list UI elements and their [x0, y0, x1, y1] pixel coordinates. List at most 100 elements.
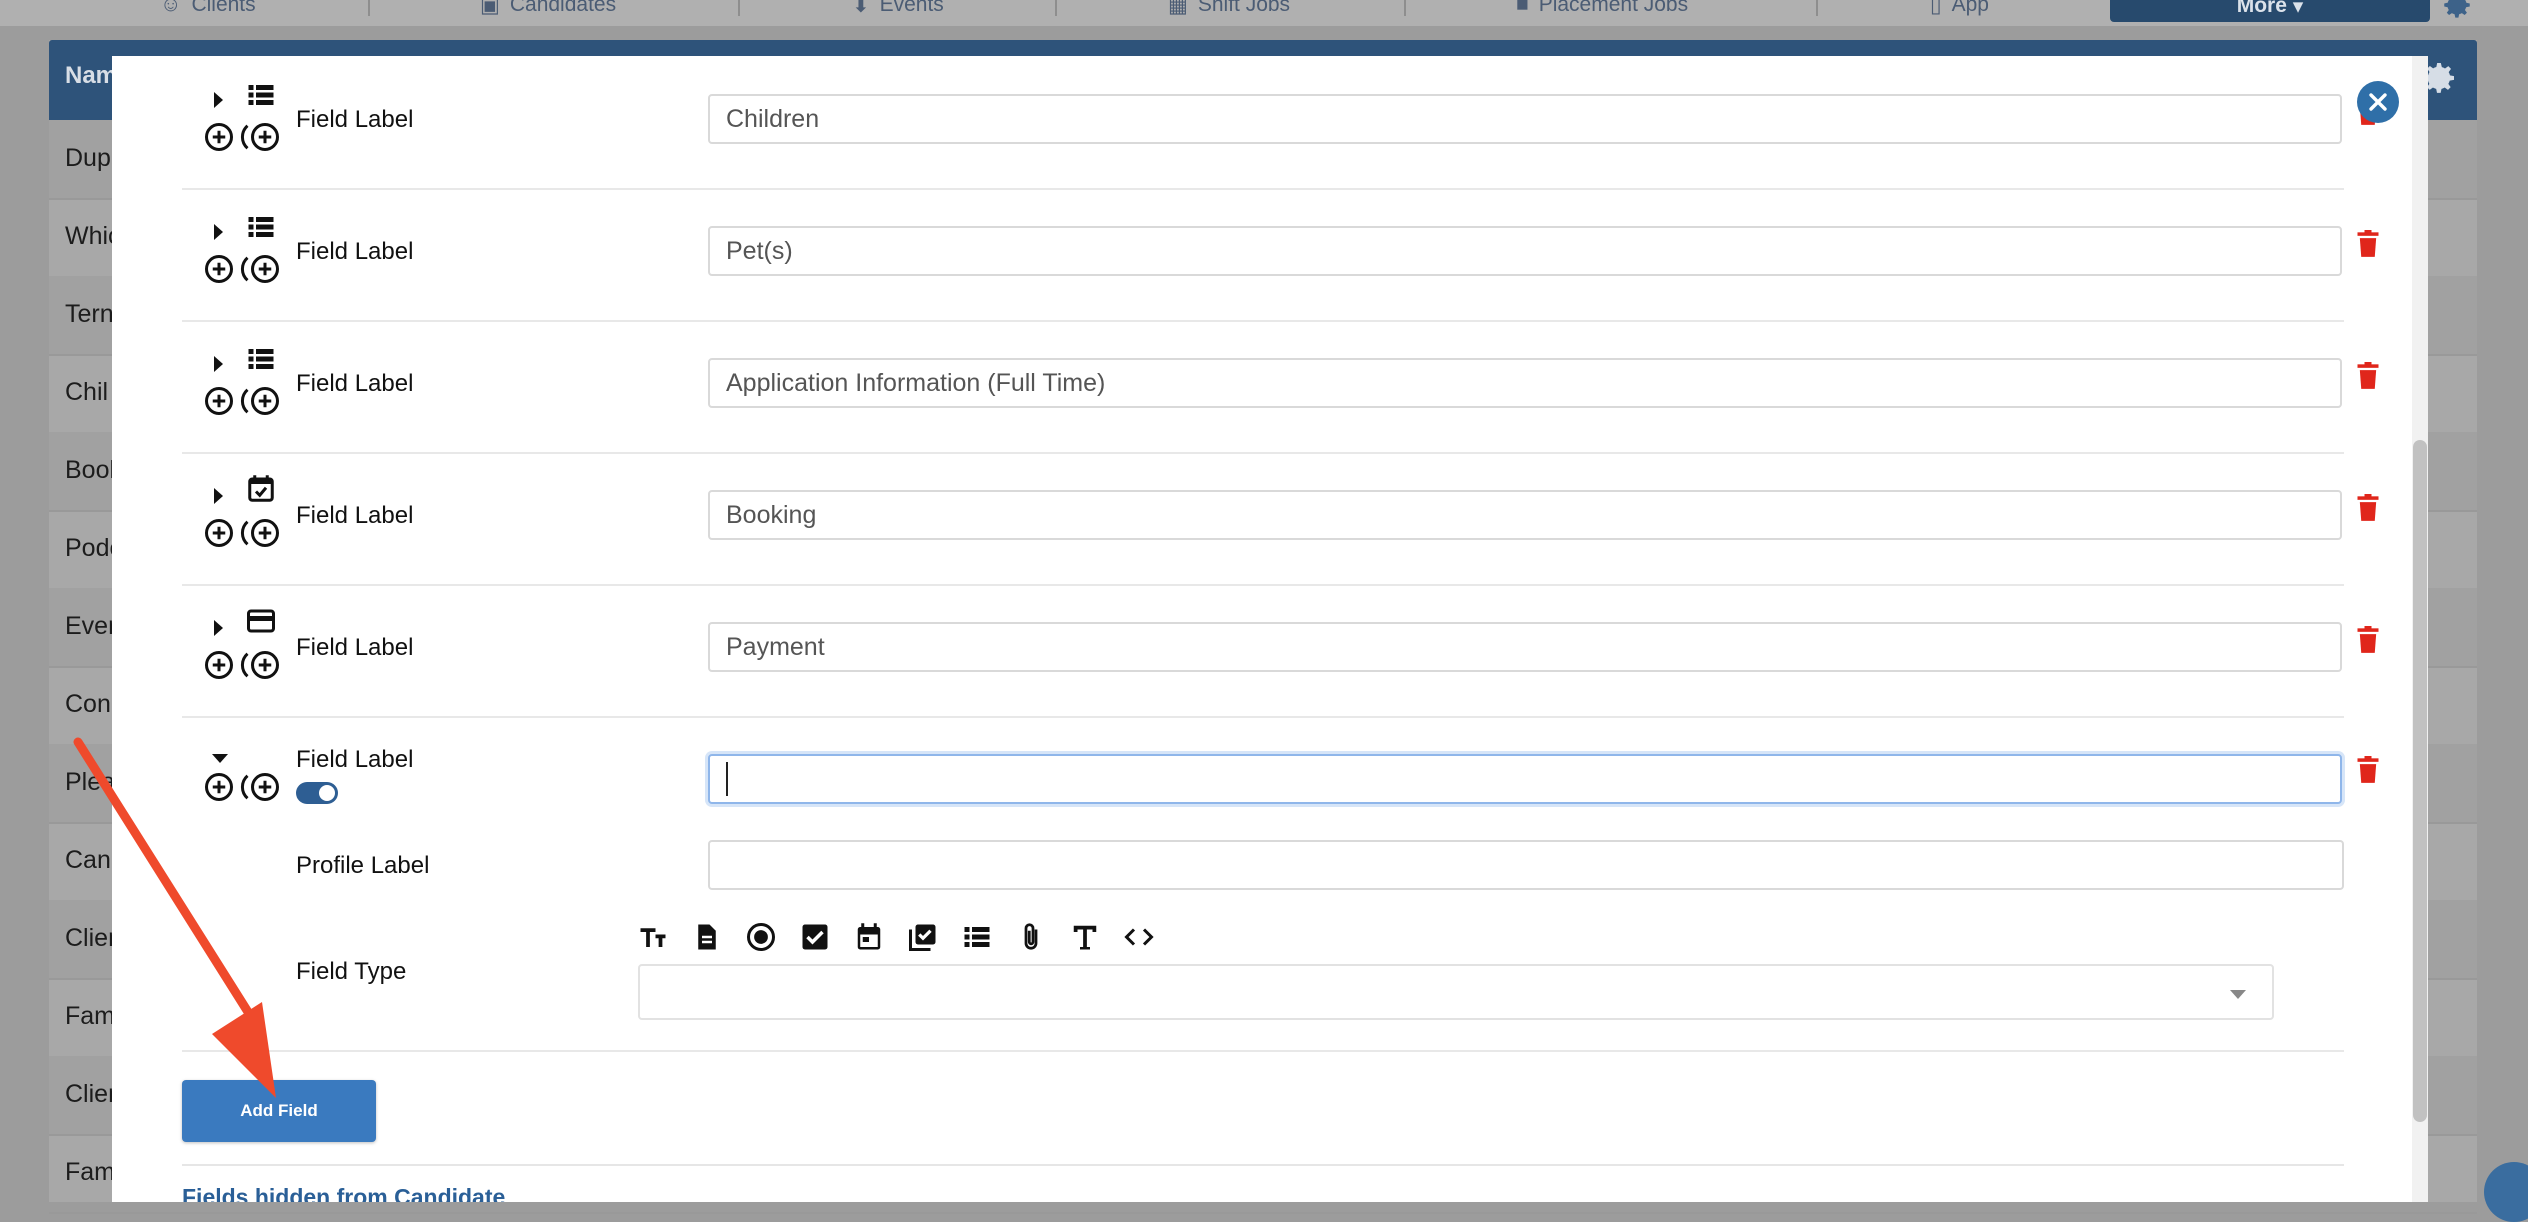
- list-icon: [248, 349, 274, 369]
- field-row: Field Label Payment: [182, 584, 2379, 718]
- collapse-caret-icon[interactable]: [212, 754, 228, 763]
- add-child-icon[interactable]: [240, 386, 280, 416]
- trash-icon[interactable]: [2356, 626, 2380, 654]
- add-sibling-icon[interactable]: [204, 518, 234, 548]
- field-label-input[interactable]: Application Information (Full Time): [708, 358, 2342, 408]
- trash-icon[interactable]: [2356, 756, 2380, 784]
- trash-icon[interactable]: [2356, 494, 2380, 522]
- close-icon[interactable]: [2357, 81, 2399, 123]
- field-type-caption: Field Type: [296, 958, 407, 985]
- nav-separator: [368, 0, 370, 16]
- nav-app[interactable]: ▯ App: [1930, 0, 1989, 18]
- gear-icon[interactable]: [2440, 0, 2474, 22]
- nav-separator: [1816, 0, 1818, 16]
- row-label: Con: [65, 690, 111, 718]
- calendar-icon[interactable]: [854, 922, 884, 952]
- list-icon: [248, 85, 274, 105]
- expand-caret-icon[interactable]: [214, 224, 223, 240]
- row-label: Fam: [65, 1002, 115, 1030]
- expand-caret-icon[interactable]: [214, 92, 223, 108]
- add-child-icon[interactable]: [240, 518, 280, 548]
- field-label-value: Pet(s): [726, 236, 793, 265]
- nav-separator: [738, 0, 740, 16]
- row-label: Dup: [65, 144, 111, 172]
- add-child-icon[interactable]: [240, 772, 280, 802]
- expand-caret-icon[interactable]: [214, 356, 223, 372]
- background-nav: ☺ Clients ▣ Candidates ⬇ Events ▦ Shift …: [0, 0, 2528, 26]
- shift-jobs-icon: ▦: [1168, 0, 1188, 17]
- add-child-icon[interactable]: [240, 122, 280, 152]
- add-field-button[interactable]: Add Field: [182, 1080, 376, 1142]
- field-label-value: Payment: [726, 632, 825, 661]
- placement-jobs-icon: ■: [1516, 0, 1529, 16]
- nav-clients-label: Clients: [191, 0, 256, 16]
- puzzle-widget-icon[interactable]: [2484, 1162, 2528, 1222]
- add-sibling-icon[interactable]: [204, 254, 234, 284]
- add-sibling-icon[interactable]: [204, 386, 234, 416]
- section-divider: [182, 1164, 2344, 1166]
- nav-placement-jobs[interactable]: ■ Placement Jobs: [1516, 0, 1688, 18]
- nav-candidates-label: Candidates: [509, 0, 617, 16]
- field-label-input[interactable]: [708, 754, 2342, 804]
- document-icon[interactable]: [692, 922, 722, 952]
- text-size-icon[interactable]: [638, 922, 668, 952]
- trash-icon[interactable]: [2356, 230, 2380, 258]
- field-row: Field Label Application Information (Ful…: [182, 320, 2379, 454]
- field-label-value: Children: [726, 104, 820, 133]
- add-field-label: Add Field: [240, 1101, 318, 1120]
- add-child-icon[interactable]: [240, 254, 280, 284]
- hidden-fields-section-title[interactable]: Fields hidden from Candidate: [182, 1184, 505, 1202]
- visibility-toggle[interactable]: [296, 782, 338, 804]
- nav-clients[interactable]: ☺ Clients: [160, 0, 256, 18]
- candidates-icon: ▣: [480, 0, 500, 17]
- add-sibling-icon[interactable]: [204, 650, 234, 680]
- field-label-input[interactable]: Pet(s): [708, 226, 2342, 276]
- add-sibling-icon[interactable]: [204, 122, 234, 152]
- nav-shift-jobs[interactable]: ▦ Shift Jobs: [1168, 0, 1290, 18]
- paperclip-icon[interactable]: [1016, 922, 1046, 952]
- expand-caret-icon[interactable]: [214, 620, 223, 636]
- expand-caret-icon[interactable]: [214, 488, 223, 504]
- profile-label-input[interactable]: [708, 840, 2344, 890]
- text-cursor: [726, 762, 728, 796]
- clients-icon: ☺: [160, 0, 182, 16]
- add-sibling-icon[interactable]: [204, 772, 234, 802]
- field-label-input[interactable]: Booking: [708, 490, 2342, 540]
- field-row: Field Label Pet(s): [182, 188, 2379, 322]
- field-row: Field Label Booking: [182, 452, 2379, 586]
- field-type-select[interactable]: [638, 964, 2274, 1020]
- nav-events-label: Events: [879, 0, 944, 16]
- field-label-input[interactable]: Payment: [708, 622, 2342, 672]
- code-icon[interactable]: [1124, 922, 1154, 952]
- nav-events[interactable]: ⬇ Events: [852, 0, 944, 18]
- field-label-caption: Field Label: [296, 502, 414, 529]
- modal-scrollbar-thumb[interactable]: [2413, 440, 2427, 1122]
- section-title-text: Fields hidden from Candidate: [182, 1184, 506, 1202]
- nav-app-label: App: [1951, 0, 1989, 16]
- row-label: Tern: [65, 300, 114, 328]
- field-label-value: Booking: [726, 500, 817, 529]
- chevron-down-icon: [2230, 990, 2246, 999]
- row-label: Fam: [65, 1158, 115, 1186]
- list-icon[interactable]: [962, 922, 992, 952]
- app-icon: ▯: [1930, 0, 1942, 17]
- nav-candidates[interactable]: ▣ Candidates: [480, 0, 616, 18]
- edit-fields-modal: Field Label Children Field Label Pet(s) …: [112, 56, 2424, 1202]
- more-label: More: [2236, 0, 2287, 17]
- profile-label-caption: Profile Label: [296, 852, 430, 879]
- more-menu-button[interactable]: More ▾: [2110, 0, 2430, 22]
- trash-icon[interactable]: [2356, 362, 2380, 390]
- field-label-caption: Field Label: [296, 746, 414, 773]
- text-icon[interactable]: [1070, 922, 1100, 952]
- radio-icon[interactable]: [746, 922, 776, 952]
- events-icon: ⬇: [852, 0, 870, 17]
- add-child-icon[interactable]: [240, 650, 280, 680]
- table-header-label: Nam: [65, 62, 118, 89]
- checkbox-icon[interactable]: [800, 922, 830, 952]
- field-label-value: Application Information (Full Time): [726, 368, 1106, 397]
- field-label-input[interactable]: Children: [708, 94, 2342, 144]
- field-row: Field Label Children: [182, 56, 2379, 190]
- field-label-caption: Field Label: [296, 238, 414, 265]
- calendar-check-icon: [248, 475, 274, 502]
- multi-check-icon[interactable]: [908, 922, 938, 952]
